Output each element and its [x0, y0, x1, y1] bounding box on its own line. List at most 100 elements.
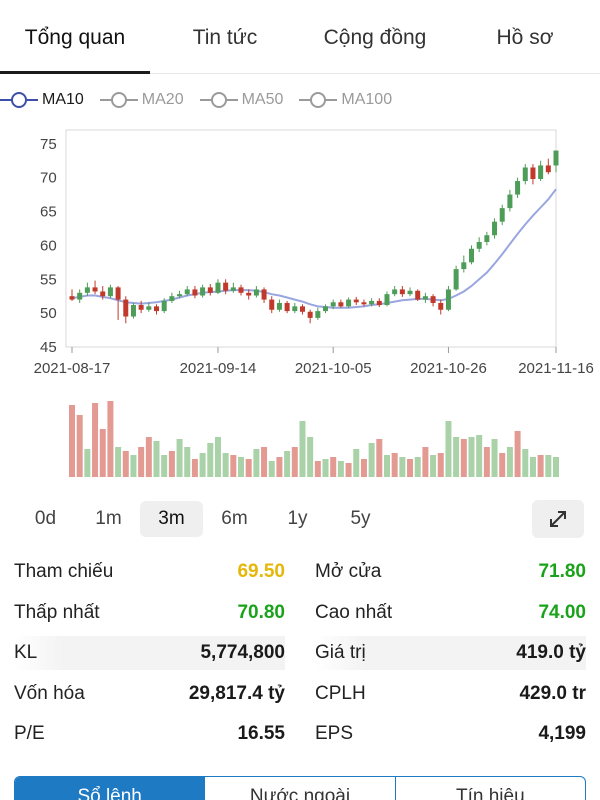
stat-value: 70.80	[237, 601, 285, 623]
legend-ma50-label: MA50	[241, 91, 284, 108]
volume-bar	[522, 449, 529, 477]
volume-bar	[399, 457, 406, 477]
volume-bar	[153, 441, 160, 477]
volume-bar	[445, 421, 452, 477]
volume-bar	[238, 457, 245, 477]
candle-body	[161, 300, 167, 312]
stat-value: 419.0 tỷ	[516, 642, 586, 664]
volume-bar	[407, 459, 414, 477]
volume-bar	[107, 401, 114, 477]
candle-body	[84, 287, 90, 293]
volume-bar	[414, 457, 421, 477]
price-chart[interactable]: 75 70 65 60 55 50 45 2021-08-17 2021-09-14 2021-1…	[0, 125, 600, 485]
candle-body	[499, 208, 505, 222]
volume-bar	[506, 447, 513, 477]
tab-overview[interactable]: Tổng quan	[0, 0, 150, 74]
legend-ma20[interactable]: MA20	[99, 89, 184, 111]
volume-bar	[161, 455, 168, 477]
volume-bar	[84, 449, 91, 477]
volume-bar	[537, 455, 544, 477]
volume-bar	[499, 453, 506, 477]
y-tick-label: 45	[40, 339, 57, 356]
volume-bar	[383, 455, 390, 477]
candle-body	[384, 294, 390, 305]
candle-body	[461, 262, 467, 270]
candle-body	[284, 302, 290, 312]
volume-bar	[115, 447, 122, 477]
candle-body	[223, 282, 229, 291]
candle-body	[468, 248, 474, 263]
candle-body	[154, 306, 160, 312]
ma50-marker-icon	[199, 89, 238, 111]
candle-body	[77, 292, 83, 300]
candle-body	[253, 289, 259, 296]
volume-bar	[207, 443, 214, 477]
y-tick-label: 60	[40, 237, 57, 254]
candle-body	[146, 306, 152, 310]
volume-bar	[307, 437, 314, 477]
candle-body	[184, 289, 190, 295]
volume-bar	[453, 437, 460, 477]
tab-signals[interactable]: Tín hiệu	[394, 777, 585, 800]
ma100-marker-icon	[299, 89, 338, 111]
volume-bar	[92, 403, 99, 477]
candle-body	[453, 269, 459, 290]
candle-body	[407, 290, 413, 295]
volume-bar	[491, 439, 498, 477]
candle-body	[346, 299, 352, 307]
range-3m[interactable]: 3m	[140, 501, 203, 537]
volume-bar	[99, 429, 106, 477]
candle-body	[92, 287, 98, 292]
candle-body	[522, 167, 528, 182]
x-tick-label: 2021-08-17	[34, 360, 111, 377]
candle-body	[215, 282, 221, 293]
candle-body	[169, 296, 175, 301]
range-0d[interactable]: 0d	[14, 501, 77, 537]
range-6m[interactable]: 6m	[203, 501, 266, 537]
tab-community[interactable]: Cộng đồng	[300, 0, 450, 73]
volume-bar	[284, 451, 291, 477]
tab-profile[interactable]: Hồ sơ	[450, 0, 600, 73]
ma10-line	[71, 188, 557, 309]
legend-ma50[interactable]: MA50	[199, 89, 284, 111]
expand-button[interactable]	[532, 500, 584, 538]
candle-body	[515, 181, 521, 195]
range-1y[interactable]: 1y	[266, 501, 329, 537]
volume-bar	[422, 447, 429, 477]
volume-bar	[314, 461, 321, 477]
candle-body	[192, 289, 198, 296]
tab-news[interactable]: Tin tức	[150, 0, 300, 73]
candle-body	[292, 306, 298, 312]
volume-bar	[337, 461, 344, 477]
candle-body	[399, 289, 405, 295]
stat-pe: P/E 16.55	[14, 717, 285, 751]
range-1m[interactable]: 1m	[77, 501, 140, 537]
volume-bar	[276, 457, 283, 477]
volume-bar	[529, 457, 536, 477]
volume-bar	[191, 459, 198, 477]
candle-body	[261, 289, 267, 300]
legend-ma100[interactable]: MA100	[299, 89, 392, 111]
volume-bar	[322, 459, 329, 477]
volume-bar	[437, 453, 444, 477]
tab-foreign[interactable]: Nước ngoài	[204, 777, 394, 800]
volume-bar	[76, 415, 83, 477]
candle-body	[299, 306, 305, 312]
candle-body	[338, 302, 344, 307]
volume-bar	[476, 435, 483, 477]
bottom-tab-bar: Sổ lệnh Nước ngoài Tín hiệu	[14, 776, 586, 800]
candle-body	[130, 305, 136, 317]
volume-bar	[122, 451, 129, 477]
volume-bar	[291, 447, 298, 477]
stat-shares: CPLH 429.0 tr	[315, 677, 586, 711]
candle-body	[115, 287, 121, 300]
candle-body	[107, 287, 113, 297]
stat-market-cap: Vốn hóa 29,817.4 tỷ	[14, 677, 285, 711]
legend-ma10[interactable]: MA10	[0, 89, 84, 111]
y-tick-label: 75	[40, 136, 57, 153]
volume-bar	[145, 437, 152, 477]
tab-order-book[interactable]: Sổ lệnh	[15, 777, 205, 800]
candle-body	[330, 302, 336, 307]
stat-label: EPS	[315, 723, 354, 745]
range-5y[interactable]: 5y	[329, 501, 392, 537]
